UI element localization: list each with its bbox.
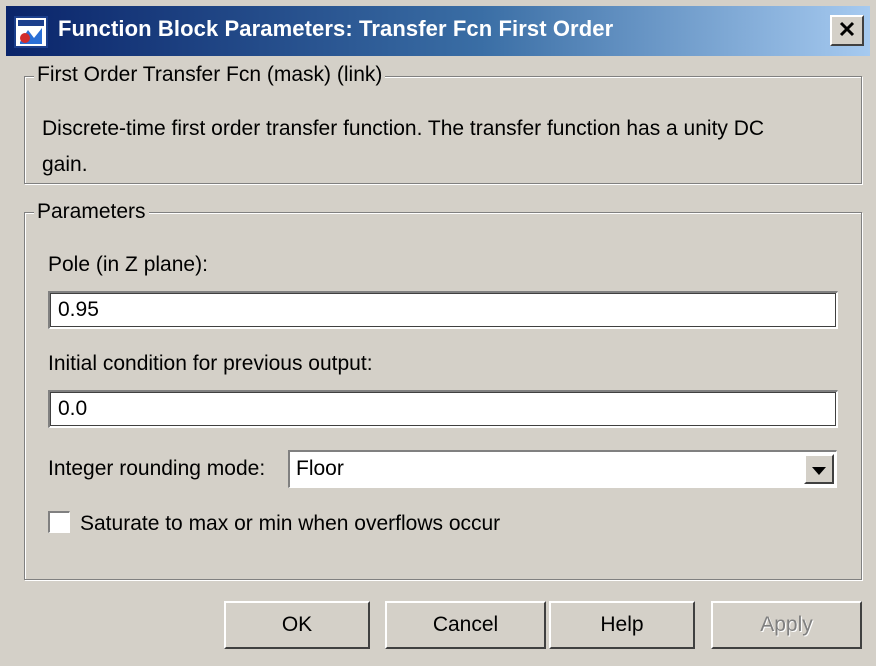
chevron-down-icon <box>812 457 826 481</box>
initial-condition-input[interactable]: 0.0 <box>48 390 838 428</box>
title-bar[interactable]: Function Block Parameters: Transfer Fcn … <box>6 6 870 56</box>
close-button[interactable] <box>830 15 864 46</box>
help-button-label: Help <box>600 613 644 636</box>
close-icon <box>838 19 856 43</box>
dropdown-arrow-button[interactable] <box>804 454 834 484</box>
description-group-legend: First Order Transfer Fcn (mask) (link) <box>34 63 386 87</box>
pole-input[interactable]: 0.95 <box>48 291 838 329</box>
dialog-window: Function Block Parameters: Transfer Fcn … <box>0 0 876 666</box>
help-button[interactable]: Help <box>549 601 695 649</box>
pole-label: Pole (in Z plane): <box>48 253 208 276</box>
saturate-label[interactable]: Saturate to max or min when overflows oc… <box>80 512 500 536</box>
pole-input-value: 0.95 <box>58 298 99 321</box>
initial-condition-input-value: 0.0 <box>58 397 88 420</box>
apply-button-label: Apply <box>760 613 813 636</box>
rounding-mode-value: Floor <box>296 457 344 480</box>
ok-button-label: OK <box>281 613 313 636</box>
cancel-button[interactable]: Cancel <box>385 601 546 649</box>
saturate-checkbox[interactable] <box>48 511 70 533</box>
parameters-group-legend: Parameters <box>34 200 149 224</box>
mask-description: Discrete-time first order transfer funct… <box>42 117 765 176</box>
apply-button: Apply <box>711 601 862 649</box>
window-title: Function Block Parameters: Transfer Fcn … <box>58 16 614 41</box>
ok-button[interactable]: OK <box>224 601 370 649</box>
rounding-mode-select[interactable]: Floor <box>288 450 837 488</box>
initial-condition-label: Initial condition for previous output: <box>48 352 373 375</box>
rounding-mode-label: Integer rounding mode: <box>48 457 266 480</box>
simulink-block-icon <box>14 16 48 48</box>
cancel-button-label: Cancel <box>432 613 499 636</box>
